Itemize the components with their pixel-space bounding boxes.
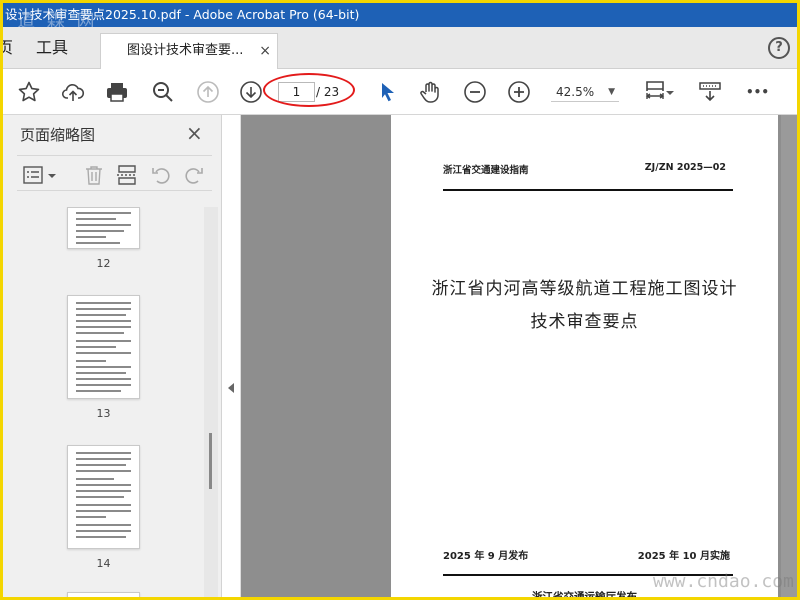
thumbnail-page-number: 13 bbox=[96, 407, 111, 420]
tab-tools[interactable]: 工具 bbox=[36, 27, 68, 69]
panel-title: 页面缩略图 bbox=[20, 126, 96, 144]
bookmark-star-icon[interactable] bbox=[17, 80, 41, 104]
thumbnail-scrollbar[interactable] bbox=[204, 207, 218, 597]
previous-page-icon[interactable] bbox=[196, 80, 220, 104]
insert-page-icon[interactable] bbox=[116, 164, 138, 186]
collapse-arrow-icon[interactable] bbox=[228, 383, 234, 393]
fit-menu-chevron-icon[interactable] bbox=[665, 80, 675, 104]
zoom-in-icon[interactable] bbox=[507, 80, 531, 104]
upload-cloud-icon[interactable] bbox=[61, 80, 85, 104]
thumbnail-page-number: 12 bbox=[96, 257, 111, 270]
rotate-left-icon[interactable] bbox=[150, 164, 172, 186]
acrobat-window: 设计技术审查要点2025.10.pdf - Adobe Acrobat Pro … bbox=[3, 3, 797, 597]
zoom-value: 42.5% bbox=[556, 85, 595, 99]
panel-toolbar bbox=[17, 155, 212, 191]
zoom-out-icon[interactable] bbox=[463, 80, 487, 104]
page-header-right: ZJ/ZN 2025—02 bbox=[644, 162, 726, 173]
tab-document[interactable]: 图设计技术审查要... × bbox=[100, 33, 278, 69]
hand-tool-icon[interactable] bbox=[418, 80, 442, 104]
menu-left: 页 工具 bbox=[3, 27, 100, 69]
page-thumbnail-12[interactable] bbox=[67, 207, 140, 249]
menu-bar: 页 工具 图设计技术审查要... × ? bbox=[3, 27, 797, 69]
fit-page-icon[interactable] bbox=[643, 80, 667, 104]
panel-collapse-strip[interactable] bbox=[223, 115, 241, 597]
delete-page-icon[interactable] bbox=[83, 164, 105, 186]
thumbnail-page-number: 14 bbox=[96, 557, 111, 570]
zoom-select[interactable]: 42.5% ▼ bbox=[551, 82, 619, 102]
document-tab-label: 图设计技术审查要... bbox=[127, 43, 244, 58]
toolbar: 1 / 23 42.5% ▼ ••• bbox=[3, 69, 797, 115]
effective-date: 2025 年 10 月实施 bbox=[637, 551, 730, 562]
page-thumbnail-15[interactable] bbox=[67, 592, 140, 597]
scrollbar-thumb[interactable] bbox=[209, 433, 212, 489]
scroll-mode-icon[interactable] bbox=[698, 80, 722, 104]
page-header-left: 浙江省交通建设指南 bbox=[443, 165, 529, 176]
next-page-icon[interactable] bbox=[239, 80, 263, 104]
thumbnail-options-icon[interactable] bbox=[23, 164, 59, 186]
thumbnails-panel: 页面缩略图 × 12 13 14 bbox=[3, 115, 222, 597]
title-bar: 设计技术审查要点2025.10.pdf - Adobe Acrobat Pro … bbox=[3, 3, 797, 27]
header-rule bbox=[443, 189, 733, 191]
document-page: 浙江省交通建设指南 ZJ/ZN 2025—02 浙江省内河高等级航道工程施工图设… bbox=[391, 115, 778, 597]
document-title-line2: 技术审查要点 bbox=[530, 312, 639, 332]
window-title: 设计技术审查要点2025.10.pdf - Adobe Acrobat Pro … bbox=[5, 7, 360, 22]
document-viewport[interactable]: 浙江省交通建设指南 ZJ/ZN 2025—02 浙江省内河高等级航道工程施工图设… bbox=[241, 115, 797, 597]
page-thumbnail-13[interactable] bbox=[67, 295, 140, 399]
help-icon[interactable]: ? bbox=[768, 37, 790, 59]
print-icon[interactable] bbox=[105, 80, 129, 104]
document-title-line1: 浙江省内河高等级航道工程施工图设计 bbox=[431, 279, 738, 299]
rotate-right-icon[interactable] bbox=[183, 164, 205, 186]
close-panel-icon[interactable]: × bbox=[186, 121, 203, 145]
annotation-circle bbox=[263, 73, 355, 107]
close-tab-icon[interactable]: × bbox=[259, 34, 271, 68]
select-cursor-icon[interactable] bbox=[376, 80, 400, 104]
search-icon[interactable] bbox=[151, 80, 175, 104]
more-options-icon[interactable]: ••• bbox=[746, 80, 770, 104]
document-scrollbar[interactable] bbox=[781, 115, 797, 597]
page-thumbnail-14[interactable] bbox=[67, 445, 140, 549]
tab-home[interactable]: 页 bbox=[3, 27, 13, 69]
watermark-bottom: www.cndao.com bbox=[653, 571, 794, 592]
chevron-down-icon: ▼ bbox=[608, 87, 615, 97]
thumbnail-list: 12 13 14 bbox=[3, 207, 204, 597]
issue-date: 2025 年 9 月发布 bbox=[443, 551, 529, 562]
